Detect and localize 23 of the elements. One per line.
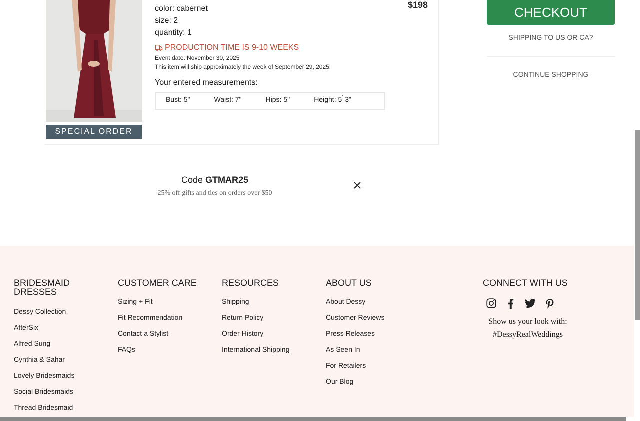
footer-heading: CUSTOMER CARE: [118, 279, 198, 290]
footer-heading: ABOUT US: [326, 279, 373, 290]
product-detail: size: 2: [155, 15, 180, 27]
horizontal-scrollbar[interactable]: [0, 417, 626, 421]
twitter-icon[interactable]: [525, 298, 536, 309]
scrollbar-thumb[interactable]: [635, 130, 640, 320]
instagram-icon[interactable]: [486, 298, 497, 309]
pinterest-icon[interactable]: [545, 298, 555, 308]
truck-icon: [155, 44, 163, 52]
price: $198: [408, 0, 428, 10]
special-order-badge: SPECIAL ORDER: [46, 125, 142, 139]
product-detail: quantity: 1: [155, 27, 193, 39]
measurements-label: Your entered measurements:: [155, 77, 259, 89]
footer-tagline: Show us your look with:: [488, 316, 568, 328]
footer-hashtag: #DessyRealWeddings: [492, 329, 564, 341]
footer-heading: CONNECT WITH US: [483, 279, 569, 288]
footer-heading: BRIDESMAID DRESSES: [14, 279, 72, 299]
product-detail: color: cabernet: [155, 3, 209, 15]
checkout-button[interactable]: CHECKOUT: [487, 0, 615, 25]
promo-code: Code GTMAR25: [181, 174, 249, 187]
facebook-icon[interactable]: [506, 298, 516, 308]
footer-heading: RESOURCES: [222, 279, 280, 290]
production-notice: PRODUCTION TIME IS 9-10 WEEKS: [165, 42, 300, 54]
